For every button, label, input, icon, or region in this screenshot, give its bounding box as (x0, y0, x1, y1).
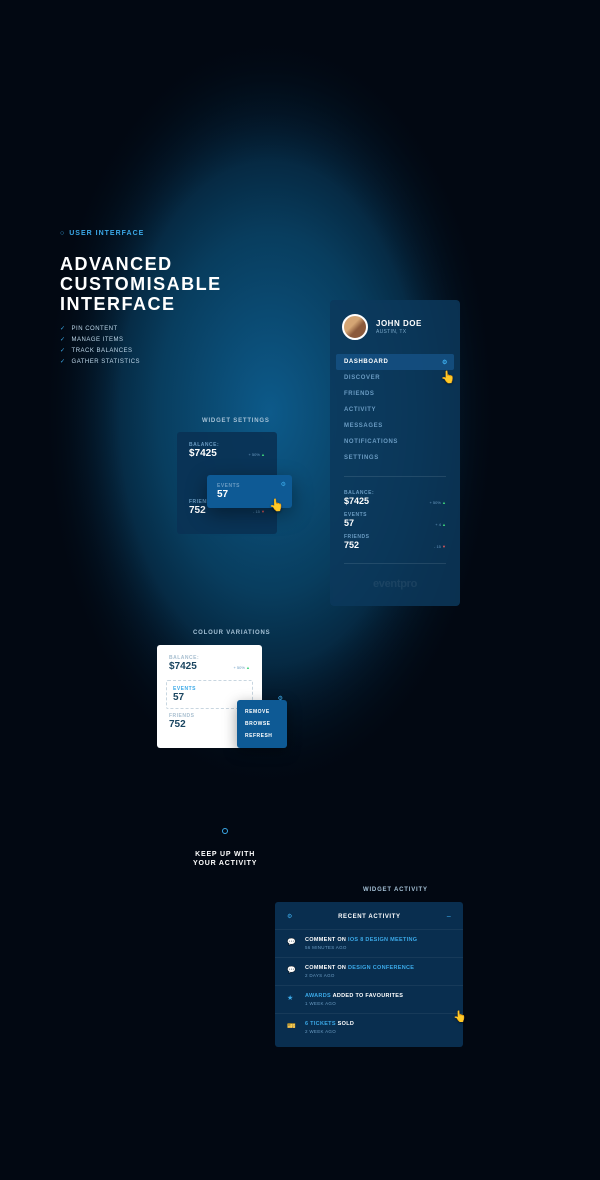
context-menu[interactable]: ⚙ REMOVE BROWSE REFRESH (237, 700, 287, 748)
ticket-icon: 🎫 (287, 1022, 297, 1030)
activity-row[interactable]: 💬 COMMENT ON IOS 8 DESIGN MEETING 56 MIN… (275, 929, 463, 957)
headline-line: CUSTOMISABLE (60, 275, 222, 295)
gear-icon[interactable]: ⚙ (281, 481, 286, 488)
activity-row[interactable]: ★ AWARDS ADDED TO FAVOURITES 1 WEEK AGO (275, 985, 463, 1013)
section-label-widget-activity: WIDGET ACTIVITY (363, 887, 428, 893)
stat-value: 752 (344, 540, 359, 550)
activity-time: 2 DAYS AGO (305, 973, 451, 978)
headline-line: ADVANCED (60, 255, 222, 275)
marker-dot-icon (222, 828, 228, 834)
gear-icon[interactable]: ⚙ (278, 695, 283, 702)
stat-value: 752 (189, 505, 206, 516)
divider (344, 476, 446, 477)
section-label-widget-settings: WIDGET SETTINGS (202, 418, 270, 424)
nav-item-activity[interactable]: ACTIVITY (330, 402, 460, 418)
brand-logo: eventpro (330, 578, 460, 590)
feature-item: PIN CONTENT (60, 325, 140, 332)
activity-time: 2 WEEK AGO (305, 1029, 451, 1034)
stat-value: $7425 (344, 496, 369, 506)
profile-location: AUSTIN, TX (376, 329, 422, 335)
stat-value: $7425 (169, 661, 197, 672)
collapse-icon[interactable]: − (446, 912, 451, 921)
page-title: ADVANCED CUSTOMISABLE INTERFACE (60, 255, 222, 314)
sidebar-stat-balance: BALANCE: $7425 + 50% (330, 487, 460, 509)
stat-balance: BALANCE: $7425 + 50% (169, 655, 250, 672)
activity-time: 56 MINUTES AGO (305, 945, 451, 950)
activity-text: 6 TICKETS SOLD (305, 1021, 451, 1027)
stat-delta: + 50% (248, 452, 265, 457)
sidebar-stat-friends: FRIENDS 752 - 15 (330, 531, 460, 553)
nav-item-discover[interactable]: DISCOVER (330, 370, 460, 386)
menu-item-browse[interactable]: BROWSE (237, 718, 287, 730)
nav-item-settings[interactable]: SETTINGS (330, 450, 460, 466)
gear-icon[interactable]: ⚙ (287, 913, 292, 920)
feature-item: GATHER STATISTICS (60, 358, 140, 365)
activity-header: ⚙ RECENT ACTIVITY − (275, 912, 463, 929)
sidebar-panel: JOHN DOE AUSTIN, TX DASHBOARD ⚙ 👆 DISCOV… (330, 300, 460, 606)
keep-up-line: KEEP UP WITH (193, 850, 257, 859)
comment-icon: 💬 (287, 966, 297, 974)
nav-label: DASHBOARD (344, 359, 388, 365)
section-label-colour-variations: COLOUR VARIATIONS (193, 630, 270, 636)
stat-delta: + 50% (429, 500, 446, 505)
activity-row[interactable]: 💬 COMMENT ON DESIGN CONFERENCE 2 DAYS AG… (275, 957, 463, 985)
profile-block[interactable]: JOHN DOE AUSTIN, TX (330, 314, 460, 350)
menu-item-remove[interactable]: REMOVE (237, 706, 287, 718)
activity-text: COMMENT ON IOS 8 DESIGN MEETING (305, 937, 451, 943)
stat-value: 57 (173, 692, 246, 703)
headline-line: INTERFACE (60, 295, 222, 315)
activity-title: RECENT ACTIVITY (338, 914, 400, 920)
section-label-keep-up: KEEP UP WITH YOUR ACTIVITY (193, 850, 257, 868)
activity-time: 1 WEEK AGO (305, 1001, 451, 1006)
stat-balance: BALANCE: $7425 + 50% (189, 442, 265, 459)
nav-item-messages[interactable]: MESSAGES (330, 418, 460, 434)
eyebrow-label: USER INTERFACE (60, 230, 144, 237)
menu-item-refresh[interactable]: REFRESH (237, 730, 287, 742)
stat-delta: + 50% (233, 665, 250, 670)
divider (344, 563, 446, 564)
events-widget-floating[interactable]: ⚙ EVENTS 57 👆 (207, 475, 292, 508)
nav-item-notifications[interactable]: NOTIFICATIONS (330, 434, 460, 450)
keep-up-line: YOUR ACTIVITY (193, 859, 257, 868)
activity-text: COMMENT ON DESIGN CONFERENCE (305, 965, 451, 971)
activity-text: AWARDS ADDED TO FAVOURITES (305, 993, 451, 999)
activity-widget-card[interactable]: ⚙ RECENT ACTIVITY − 💬 COMMENT ON IOS 8 D… (275, 902, 463, 1047)
gear-icon[interactable]: ⚙ (442, 359, 448, 366)
cursor-hand-icon: 👆 (453, 1010, 467, 1023)
activity-row[interactable]: 🎫 6 TICKETS SOLD 2 WEEK AGO (275, 1013, 463, 1041)
feature-list: PIN CONTENT MANAGE ITEMS TRACK BALANCES … (60, 325, 140, 369)
stat-delta: + 4 (435, 522, 446, 527)
comment-icon: 💬 (287, 938, 297, 946)
stat-delta: - 15 (434, 544, 446, 549)
feature-item: MANAGE ITEMS (60, 336, 140, 343)
sidebar-stat-events: EVENTS 57 + 4 (330, 509, 460, 531)
stat-delta: - 15 (253, 509, 265, 514)
nav-item-dashboard[interactable]: DASHBOARD ⚙ 👆 (336, 354, 454, 370)
cursor-hand-icon: 👆 (269, 498, 284, 512)
nav-item-friends[interactable]: FRIENDS (330, 386, 460, 402)
sidebar-nav: DASHBOARD ⚙ 👆 DISCOVER FRIENDS ACTIVITY … (330, 354, 460, 466)
profile-name: JOHN DOE (376, 319, 422, 328)
stat-value: $7425 (189, 448, 217, 459)
star-icon: ★ (287, 994, 297, 1002)
avatar[interactable] (342, 314, 368, 340)
stat-value: 57 (344, 518, 354, 528)
feature-item: TRACK BALANCES (60, 347, 140, 354)
